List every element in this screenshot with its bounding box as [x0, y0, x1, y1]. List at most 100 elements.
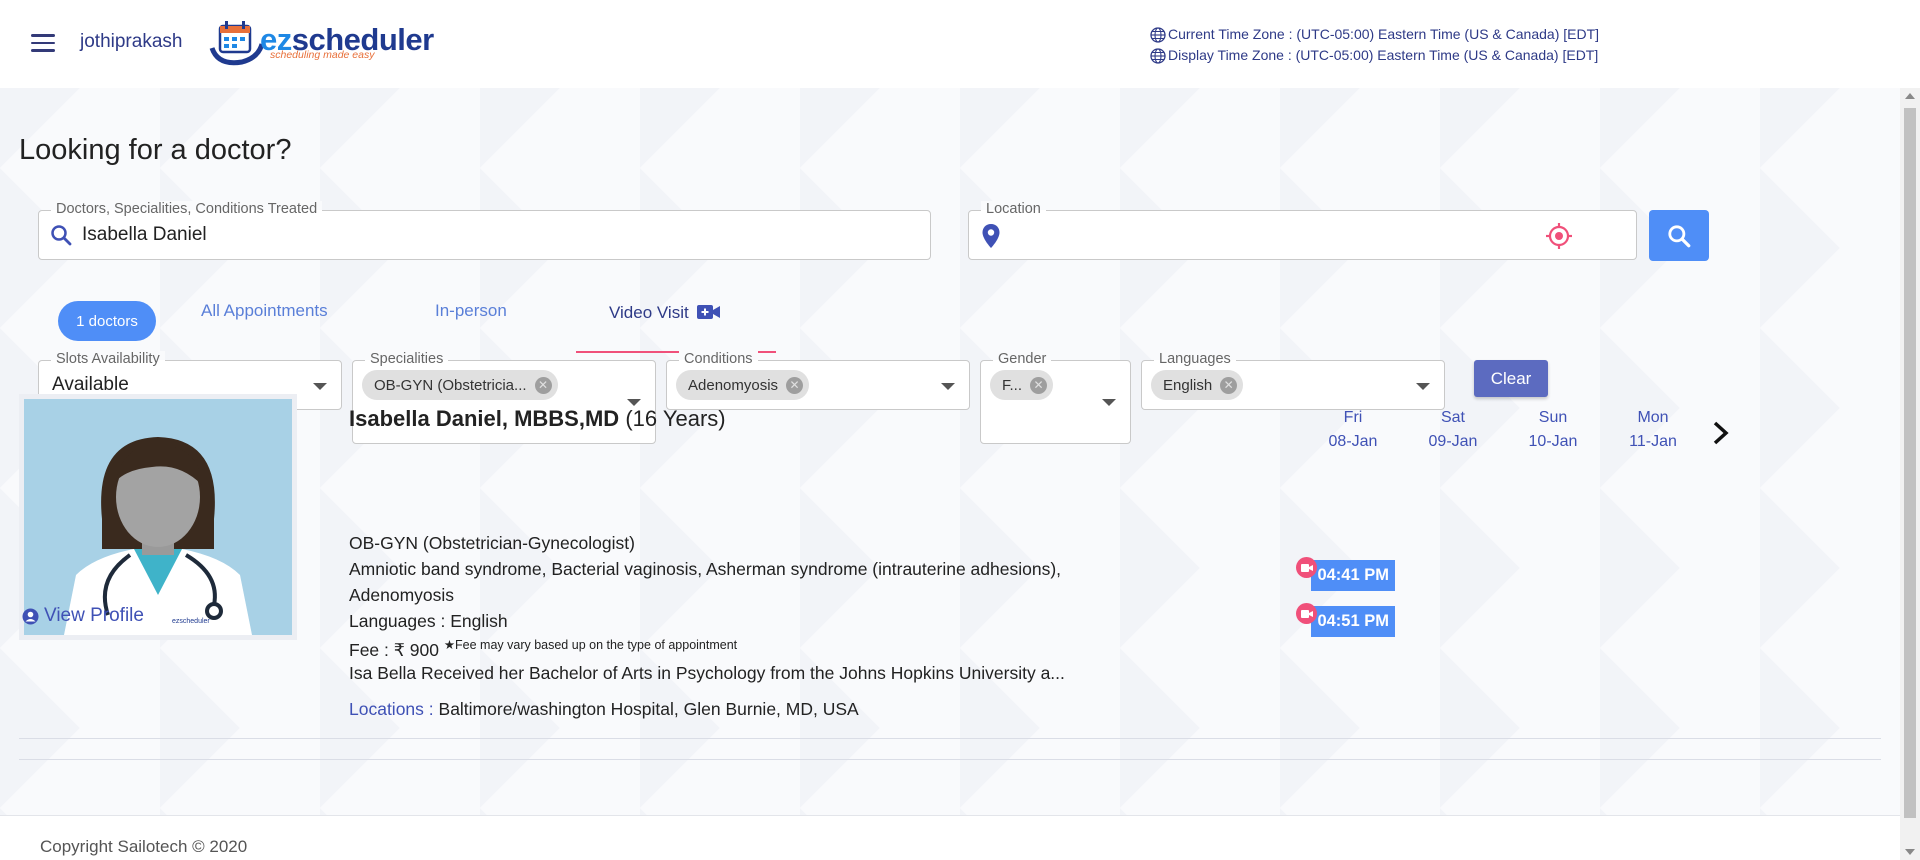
slots-availability-label: Slots Availability	[51, 351, 165, 367]
remove-chip-icon[interactable]: ✕	[1030, 376, 1048, 394]
app-logo[interactable]: ezscheduler scheduling made easy	[208, 18, 434, 68]
username: jothiprakash	[80, 31, 183, 52]
doctor-bio: Isa Bella Received her Bachelor of Arts …	[349, 663, 1065, 683]
search-icon	[1668, 224, 1691, 247]
time-slot-button[interactable]: 04:51 PM	[1311, 606, 1395, 637]
conditions-label: Conditions	[679, 351, 758, 367]
photo-watermark: ezscheduler	[172, 618, 210, 625]
globe-icon	[1150, 47, 1166, 64]
chevron-down-icon[interactable]	[941, 383, 955, 390]
doctor-avatar-image: ezscheduler	[24, 399, 292, 635]
view-profile-label: View Profile	[44, 605, 144, 626]
view-profile-link[interactable]: View Profile	[22, 605, 144, 627]
gender-chip-label: F...	[1002, 376, 1023, 394]
day-date: 08-Jan	[1328, 433, 1378, 450]
gender-select[interactable]: Gender F... ✕	[980, 351, 1131, 444]
doctor-conditions-continued: Adenomyosis	[349, 585, 455, 605]
tab-all-appointments[interactable]: All Appointments	[201, 301, 328, 341]
locations-label: Locations :	[349, 699, 434, 719]
doctor-conditions: Amniotic band syndrome, Bacterial vagino…	[349, 559, 1062, 579]
remove-chip-icon[interactable]: ✕	[1220, 376, 1238, 394]
day-date: 11-Jan	[1629, 433, 1677, 450]
vertical-scrollbar[interactable]	[1900, 88, 1920, 860]
doctor-name[interactable]: Isabella Daniel, MBBS,MD	[349, 406, 619, 431]
doctor-search-input[interactable]	[80, 222, 880, 248]
doctor-name-line[interactable]: Isabella Daniel, MBBS,MD (16 Years)	[349, 406, 726, 432]
condition-chip-label: Adenomyosis	[688, 376, 779, 394]
doctor-languages: Languages : English	[349, 611, 508, 631]
account-circle-icon	[22, 608, 39, 624]
location-input[interactable]	[1011, 222, 1531, 248]
day-name: Fri	[1343, 409, 1363, 426]
day-name: Sat	[1440, 409, 1465, 426]
display-timezone: Display Time Zone : (UTC-05:00) Eastern …	[1168, 47, 1599, 63]
calendar-logo-icon	[209, 21, 264, 66]
chevron-down-icon[interactable]	[627, 399, 641, 406]
gender-chip: F... ✕	[990, 370, 1054, 400]
search-icon	[51, 225, 72, 246]
doctor-photo: ezscheduler	[19, 394, 297, 640]
day-name: Sun	[1538, 409, 1568, 426]
video-visit-badge-icon	[1296, 557, 1317, 578]
footer: Copyright Sailotech © 2020	[0, 815, 1900, 860]
current-timezone: Current Time Zone : (UTC-05:00) Eastern …	[1168, 26, 1600, 42]
condition-chip: Adenomyosis ✕	[676, 370, 810, 400]
calendar-day-fri: Fri 08-Jan	[1323, 406, 1383, 454]
locations-value: Baltimore/washington Hospital, Glen Burn…	[438, 699, 859, 719]
remove-chip-icon[interactable]: ✕	[534, 376, 552, 394]
calendar-day-sun: Sun 10-Jan	[1523, 406, 1583, 454]
card-divider	[19, 738, 1881, 739]
remove-chip-icon[interactable]: ✕	[786, 376, 804, 394]
language-chip: English ✕	[1151, 370, 1244, 400]
my-location-icon[interactable]	[1545, 222, 1573, 250]
list-divider	[19, 759, 1881, 760]
copyright-text: Copyright Sailotech © 2020	[40, 837, 248, 856]
calendar-day-sat: Sat 09-Jan	[1423, 406, 1483, 454]
chevron-down-icon[interactable]	[313, 383, 327, 390]
chevron-right-icon[interactable]	[1710, 420, 1732, 446]
doctor-fee: Fee : ₹ 900	[349, 639, 439, 660]
day-date: 10-Jan	[1528, 433, 1578, 450]
doctor-search-label: Doctors, Specialities, Conditions Treate…	[51, 201, 323, 217]
slots-availability-value: Available	[52, 374, 129, 395]
language-chip-label: English	[1163, 376, 1213, 394]
video-visit-badge-icon	[1296, 603, 1317, 624]
doctor-count-badge: 1 doctors	[58, 301, 156, 341]
languages-select[interactable]: Languages English ✕	[1141, 351, 1445, 410]
scroll-down-arrow-icon[interactable]	[1905, 849, 1915, 855]
day-date: 09-Jan	[1428, 433, 1478, 450]
location-label: Location	[981, 201, 1046, 217]
search-button[interactable]	[1649, 210, 1709, 261]
doctor-experience: (16 Years)	[625, 406, 726, 431]
languages-label: Languages	[1154, 351, 1236, 367]
speciality-chip-label: OB-GYN (Obstetricia...	[374, 376, 527, 394]
scroll-up-arrow-icon[interactable]	[1905, 93, 1915, 99]
day-name: Mon	[1637, 409, 1669, 426]
doctor-speciality: OB-GYN (Obstetrician-Gynecologist)	[349, 533, 635, 553]
chevron-down-icon[interactable]	[1416, 383, 1430, 390]
menu-icon[interactable]	[31, 34, 55, 52]
time-slot-button[interactable]: 04:41 PM	[1311, 560, 1395, 591]
doctor-search-field[interactable]: Doctors, Specialities, Conditions Treate…	[38, 201, 931, 260]
gender-label: Gender	[993, 351, 1052, 367]
globe-icon	[1150, 26, 1166, 43]
timezone-info: Current Time Zone : (UTC-05:00) Eastern …	[1150, 24, 1599, 66]
video-camera-icon	[696, 305, 720, 319]
page-title: Looking for a doctor?	[19, 134, 292, 167]
calendar-day-mon: Mon 11-Jan	[1623, 406, 1683, 454]
doctor-locations: Locations : Baltimore/washington Hospita…	[349, 699, 859, 720]
fee-note: ★Fee may vary based up on the type of ap…	[443, 638, 738, 652]
conditions-select[interactable]: Conditions Adenomyosis ✕	[666, 351, 970, 410]
doctor-fee-line: Fee : ₹ 900 ★Fee may vary based up on th…	[349, 637, 737, 661]
clear-filters-button[interactable]: Clear	[1474, 360, 1548, 397]
tab-in-person[interactable]: In-person	[435, 301, 507, 341]
speciality-chip: OB-GYN (Obstetricia... ✕	[362, 370, 558, 400]
specialities-label: Specialities	[365, 351, 449, 367]
location-pin-icon	[982, 224, 1000, 248]
tab-video-visit[interactable]: Video Visit	[576, 301, 776, 353]
scrollbar-thumb[interactable]	[1904, 108, 1916, 818]
logo-tagline: scheduling made easy	[270, 49, 375, 61]
location-field[interactable]: Location	[968, 201, 1637, 260]
tab-video-visit-label: Video Visit	[609, 303, 689, 322]
chevron-down-icon[interactable]	[1102, 399, 1116, 406]
